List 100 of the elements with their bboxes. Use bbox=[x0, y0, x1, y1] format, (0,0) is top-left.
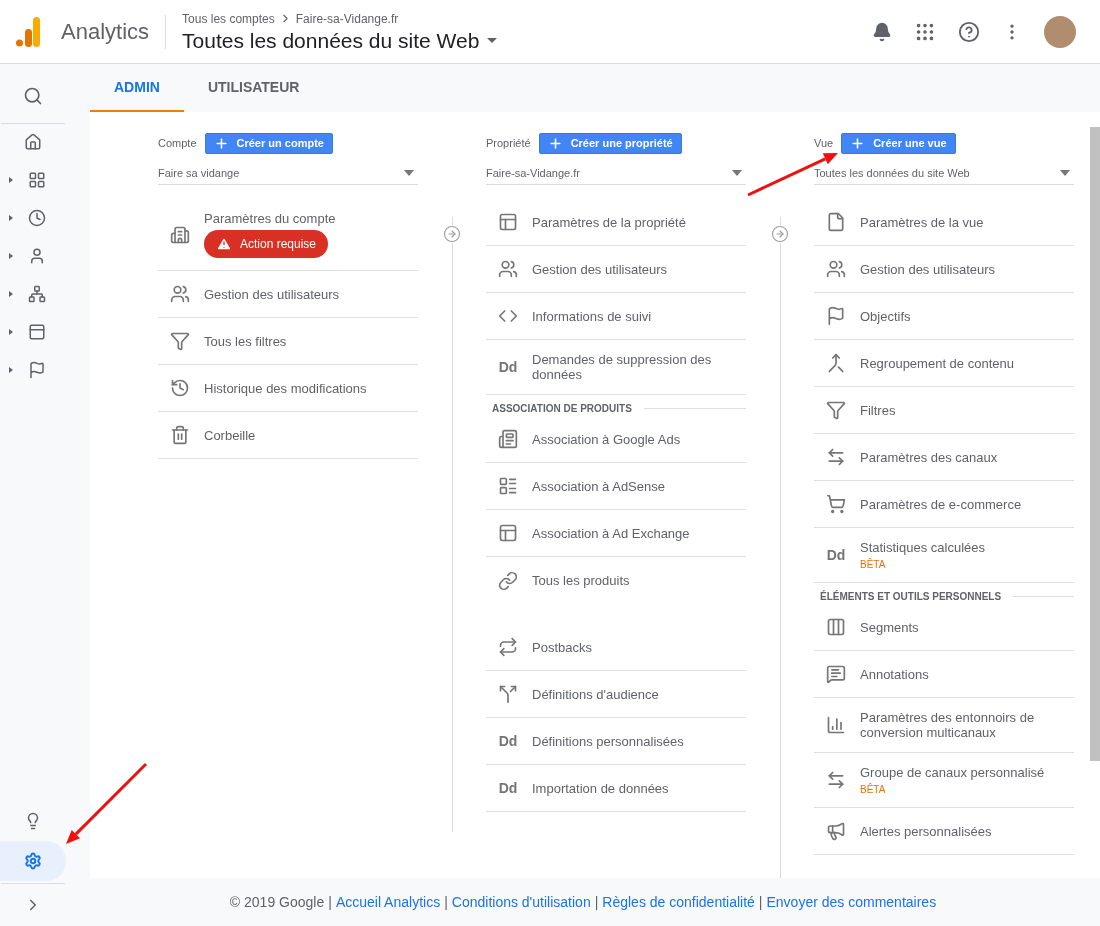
cart-icon bbox=[826, 494, 846, 514]
filter-icon bbox=[826, 400, 846, 420]
file-icon bbox=[826, 212, 846, 232]
caret-icon[interactable] bbox=[8, 177, 14, 183]
separator: | bbox=[328, 892, 332, 912]
footer-link[interactable]: Conditions d'utilisation bbox=[451, 891, 591, 913]
filter-icon bbox=[170, 331, 190, 351]
admin-link[interactable]: Paramètres des canaux bbox=[860, 449, 998, 465]
admin-link[interactable]: Définitions d'audience bbox=[532, 686, 659, 702]
admin-link[interactable]: Objectifs bbox=[860, 308, 911, 324]
plus-icon bbox=[850, 135, 866, 151]
create-button[interactable]: Créer une vue bbox=[841, 132, 956, 154]
admin-link[interactable]: Informations de suivi bbox=[532, 308, 652, 324]
admin-link[interactable]: Gestion des utilisateurs bbox=[204, 286, 340, 302]
separator: | bbox=[758, 892, 763, 912]
help-icon[interactable] bbox=[958, 20, 980, 43]
search-icon[interactable] bbox=[23, 86, 43, 106]
separator: | bbox=[594, 892, 599, 912]
columns-icon bbox=[826, 617, 846, 637]
selector-dropdown[interactable]: Toutes les données du site Web bbox=[814, 162, 1074, 185]
create-button[interactable]: Créer un compte bbox=[204, 132, 333, 154]
settings-icon bbox=[24, 852, 42, 870]
notifications-icon[interactable] bbox=[872, 21, 892, 42]
caret-icon[interactable] bbox=[8, 367, 14, 373]
admin-link[interactable]: Gestion des utilisateurs bbox=[532, 261, 668, 277]
breadcrumb-link[interactable]: Faire-sa-Vidange.fr bbox=[295, 9, 399, 28]
warning-icon bbox=[216, 236, 232, 252]
admin-link[interactable]: Annotations bbox=[860, 666, 929, 682]
footer-link[interactable]: Règles de confidentialité bbox=[602, 891, 755, 913]
admin-link[interactable]: Corbeille bbox=[204, 427, 256, 443]
admin-link[interactable]: Paramètres de e-commerce bbox=[860, 496, 1022, 512]
action-required-badge[interactable]: Action requise bbox=[204, 230, 329, 258]
admin-link[interactable]: Importation de données bbox=[532, 780, 669, 796]
dd-icon: Dd bbox=[498, 356, 518, 378]
admin-link[interactable]: Association à Ad Exchange bbox=[532, 525, 690, 541]
footer-link[interactable]: Envoyer des commentaires bbox=[766, 891, 937, 913]
breadcrumb-link[interactable]: Tous les comptes bbox=[182, 9, 275, 28]
history-icon bbox=[170, 378, 190, 398]
section-heading: ÉLÉMENTS ET OUTILS PERSONNELS bbox=[820, 589, 1002, 604]
admin-link[interactable]: Alertes personnalisées bbox=[860, 823, 992, 839]
admin-link[interactable]: Association à AdSense bbox=[532, 478, 665, 494]
admin-link[interactable]: Statistiques calculées bbox=[860, 540, 985, 555]
dropdown-icon bbox=[487, 38, 498, 43]
admin-link[interactable]: Association à Google Ads bbox=[532, 431, 681, 447]
app-name: Analytics bbox=[61, 18, 150, 46]
admin-link[interactable]: Postbacks bbox=[532, 639, 592, 655]
footer-link[interactable]: Accueil Analytics bbox=[335, 891, 441, 913]
scrollbar[interactable] bbox=[1090, 127, 1100, 761]
tab[interactable]: UTILISATEUR bbox=[183, 64, 324, 112]
dd-icon: Dd bbox=[826, 544, 846, 566]
sidebar-button[interactable] bbox=[0, 841, 66, 881]
avatar[interactable] bbox=[1044, 15, 1076, 48]
clock-icon[interactable] bbox=[28, 209, 46, 227]
copyright: © 2019 Google bbox=[229, 892, 325, 912]
newspaper-icon bbox=[498, 429, 518, 449]
arrow-circle-icon bbox=[771, 225, 789, 243]
admin-link[interactable]: Paramètres des entonnoirs de conversion multicanaux bbox=[860, 710, 1074, 740]
repeat-icon bbox=[498, 637, 518, 657]
plus-icon bbox=[213, 135, 229, 151]
admin-link[interactable]: Paramètres de la vue bbox=[860, 214, 984, 230]
admin-link[interactable]: Tous les produits bbox=[532, 573, 630, 588]
caret-icon[interactable] bbox=[8, 291, 14, 297]
plus-icon bbox=[547, 135, 563, 151]
caret-icon[interactable] bbox=[8, 215, 14, 221]
dropdown-icon bbox=[1060, 170, 1070, 176]
view-selector[interactable]: Toutes les données du site Web bbox=[182, 27, 498, 54]
column-label: Propriété bbox=[486, 135, 531, 151]
admin-link[interactable]: Historique des modifications bbox=[204, 380, 367, 396]
flag-icon[interactable] bbox=[28, 361, 46, 379]
caret-icon[interactable] bbox=[8, 329, 14, 335]
beta-label: BÊTA bbox=[860, 559, 886, 570]
admin-link[interactable]: Gestion des utilisateurs bbox=[860, 261, 996, 277]
column-label: Compte bbox=[158, 135, 197, 151]
list-icon bbox=[498, 476, 518, 496]
admin-link[interactable]: Segments bbox=[860, 619, 919, 635]
caret-icon[interactable] bbox=[8, 253, 14, 259]
admin-link[interactable]: Regroupement de contenu bbox=[860, 355, 1014, 371]
flag-icon bbox=[826, 306, 846, 326]
layout-icon bbox=[498, 523, 518, 543]
person-icon[interactable] bbox=[28, 247, 46, 265]
network-icon[interactable] bbox=[28, 285, 46, 303]
building-icon bbox=[170, 224, 190, 245]
users-icon bbox=[170, 284, 190, 304]
users-icon bbox=[498, 259, 518, 279]
admin-link[interactable]: Groupe de canaux personnalisé bbox=[860, 765, 1045, 780]
selector-dropdown[interactable]: Faire-sa-Vidange.fr bbox=[486, 162, 746, 185]
admin-link[interactable]: Paramètres du compte bbox=[204, 211, 336, 226]
panel-icon[interactable] bbox=[28, 323, 46, 341]
admin-link[interactable]: Définitions personnalisées bbox=[532, 733, 684, 749]
megaphone-icon bbox=[826, 821, 846, 841]
admin-link[interactable]: Filtres bbox=[860, 402, 896, 418]
admin-link[interactable]: Paramètres de la propriété bbox=[532, 214, 686, 230]
home-icon[interactable] bbox=[24, 133, 42, 151]
grid-icon[interactable] bbox=[28, 171, 46, 189]
selector-dropdown[interactable]: Faire sa vidange bbox=[158, 162, 418, 185]
create-button[interactable]: Créer une propriété bbox=[538, 132, 682, 154]
dropdown-icon bbox=[732, 170, 742, 176]
admin-link[interactable]: Demandes de suppression des données bbox=[532, 352, 746, 382]
admin-link[interactable]: Tous les filtres bbox=[204, 333, 287, 349]
logo-icon bbox=[16, 16, 40, 47]
